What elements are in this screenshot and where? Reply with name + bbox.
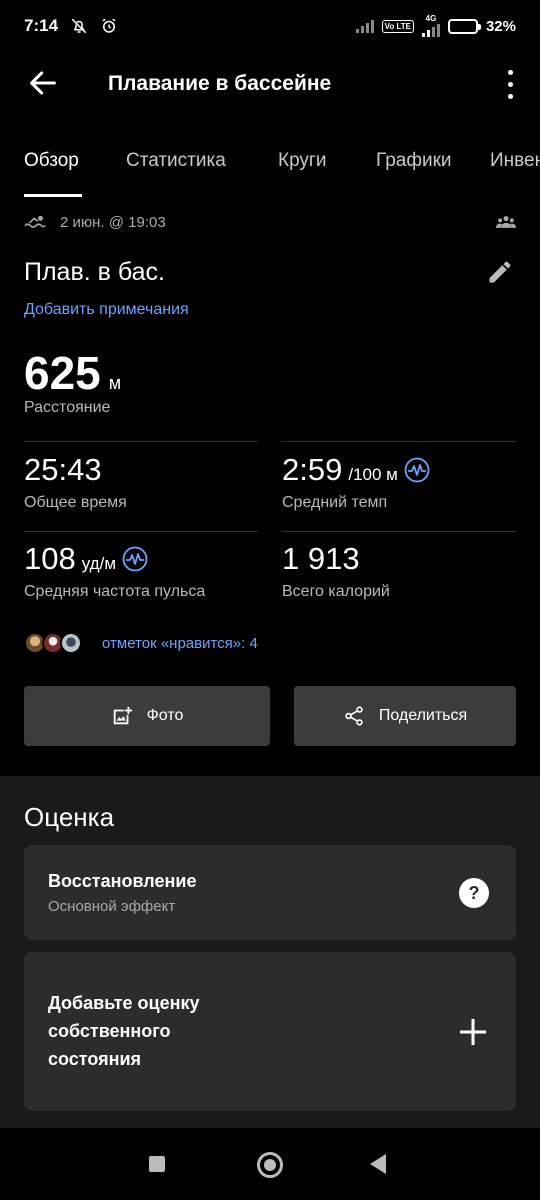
recovery-title: Восстановление	[48, 871, 197, 891]
pulse-wave-icon[interactable]	[404, 457, 430, 483]
stat-avg-pace: 2:59 /100 м Средний темп	[282, 452, 430, 512]
help-icon[interactable]: ?	[458, 877, 490, 909]
avatar	[60, 632, 82, 654]
divider	[24, 531, 258, 532]
swim-icon	[24, 215, 46, 228]
stat-total-time: 25:43 Общее время	[24, 452, 127, 512]
status-bar: 7:14 Vo LTE 4G 32%	[0, 0, 540, 52]
share-button-label: Поделиться	[378, 707, 468, 724]
page-title: Плавание в бассейне	[108, 72, 332, 95]
total-time-label: Общее время	[24, 494, 127, 511]
avg-hr-label: Средняя частота пульса	[24, 583, 206, 600]
calories-value: 1 913	[282, 541, 360, 576]
assessment-section: Оценка Восстановление Основной эффект ? …	[0, 776, 540, 1128]
add-photo-button[interactable]: Фото	[24, 686, 270, 746]
network-type: 4G	[425, 14, 437, 23]
stat-avg-heart-rate: 108 уд/м Средняя частота пульса	[24, 541, 205, 601]
share-icon	[345, 706, 363, 726]
recovery-card[interactable]: Восстановление Основной эффект ?	[24, 845, 516, 940]
distance-value-row: 625 м	[24, 346, 121, 400]
self-evaluation-line-2: собственного	[48, 1021, 171, 1041]
active-tab-indicator	[24, 194, 82, 197]
status-right: Vo LTE 4G 32%	[355, 14, 516, 37]
activity-date: 2 июн. @ 19:03	[60, 213, 166, 231]
system-nav-bar	[0, 1128, 540, 1200]
self-evaluation-line-1: Добавьте оценку	[48, 993, 200, 1013]
alarm-icon	[102, 18, 116, 33]
tab-laps[interactable]: Круги	[278, 150, 326, 172]
distance-value: 625	[24, 347, 101, 399]
calories-label: Всего калорий	[282, 583, 390, 600]
nav-back-icon[interactable]	[370, 1154, 386, 1174]
photo-button-label: Фото	[146, 707, 184, 724]
signal-1-icon	[355, 19, 374, 33]
add-photo-icon	[113, 706, 132, 725]
tab-gear[interactable]: Инвентарь	[490, 150, 540, 172]
recovery-subtitle: Основной эффект	[48, 898, 176, 915]
divider	[282, 441, 516, 442]
svg-text:?: ?	[469, 883, 480, 903]
avg-pace-label: Средний темп	[282, 494, 388, 511]
tab-overview[interactable]: Обзор	[24, 150, 79, 172]
tab-bar: Обзор Статистика Круги Графики Инвентарь	[0, 140, 540, 198]
avg-pace-value: 2:59	[282, 452, 343, 487]
avg-hr-unit: уд/м	[81, 554, 116, 573]
back-arrow-icon[interactable]	[26, 66, 60, 100]
pulse-wave-icon[interactable]	[122, 546, 148, 572]
clock: 7:14	[24, 16, 59, 35]
bell-off-icon	[71, 18, 87, 34]
avg-pace-unit: /100 м	[348, 465, 398, 484]
distance-unit: м	[108, 373, 122, 393]
app-bar: Плавание в бассейне	[0, 52, 540, 116]
self-evaluation-line-3: состояния	[48, 1049, 142, 1069]
total-time-value: 25:43	[24, 452, 102, 487]
more-options-icon[interactable]	[502, 66, 518, 102]
likes-row[interactable]: отметок «нравится»: 4	[24, 632, 258, 654]
signal-2: 4G	[421, 14, 440, 37]
avg-hr-value: 108	[24, 541, 76, 576]
plus-icon[interactable]	[458, 1017, 488, 1047]
divider	[24, 441, 258, 442]
activity-meta: 2 июн. @ 19:03	[24, 208, 516, 236]
tab-statistics[interactable]: Статистика	[126, 150, 226, 172]
volte-badge: Vo LTE	[381, 19, 414, 33]
people-icon[interactable]	[496, 214, 516, 230]
status-left: 7:14	[24, 16, 118, 36]
likes-count-link[interactable]: отметок «нравится»: 4	[102, 635, 258, 652]
self-evaluation-card[interactable]: Добавьте оценку собственного состояния	[24, 952, 516, 1111]
share-button[interactable]: Поделиться	[294, 686, 516, 746]
stat-calories: 1 913 Всего калорий	[282, 541, 390, 601]
tab-charts[interactable]: Графики	[376, 150, 452, 172]
divider	[282, 531, 516, 532]
edit-pencil-icon[interactable]	[486, 258, 514, 286]
distance-label: Расстояние	[24, 399, 111, 416]
recent-apps-icon[interactable]	[149, 1156, 165, 1172]
add-note-link[interactable]: Добавить примечания	[24, 301, 189, 319]
home-icon[interactable]	[257, 1152, 283, 1178]
section-title: Оценка	[24, 802, 115, 832]
activity-name: Плав. в бас.	[24, 258, 165, 286]
battery-percent: 32%	[485, 17, 516, 35]
battery-icon	[447, 18, 481, 34]
signal-2-icon	[421, 23, 440, 37]
